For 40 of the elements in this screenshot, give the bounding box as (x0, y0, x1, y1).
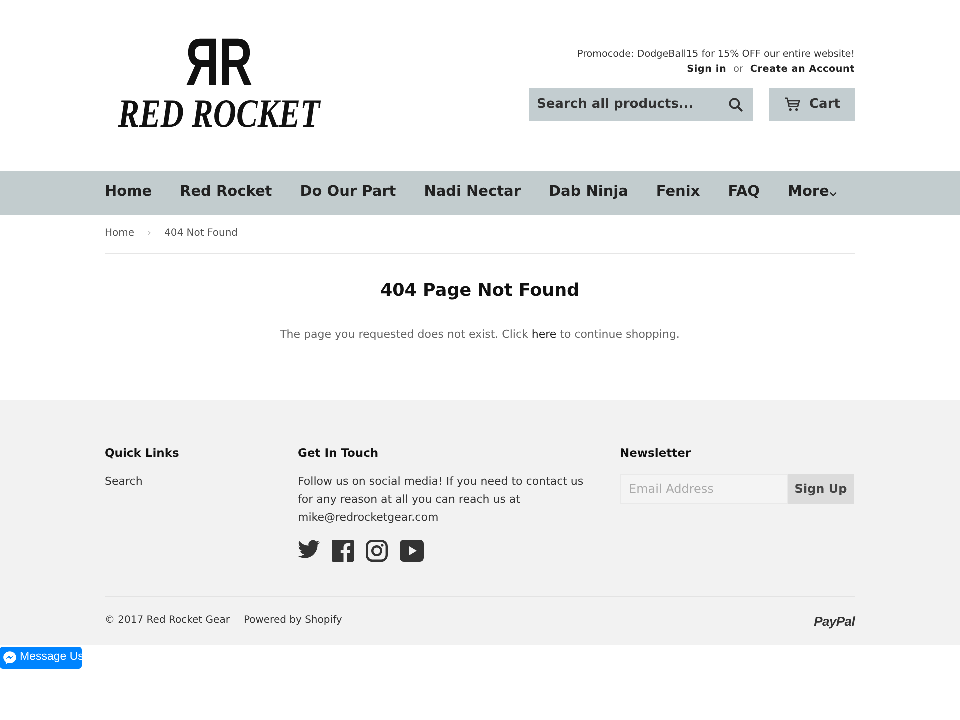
payment-method-logo: PayPal (814, 613, 855, 632)
create-account-link[interactable]: Create an Account (750, 62, 855, 77)
column-heading: Quick Links (105, 445, 180, 462)
nav-link[interactable]: Dab Ninja (548, 182, 628, 204)
breadcrumb-link[interactable]: Home (105, 226, 135, 242)
play-icon[interactable] (400, 540, 424, 562)
email-field[interactable]: Email Address (620, 474, 788, 504)
logo-wordmark[interactable]: RED ROCKET (118, 94, 320, 134)
search-field[interactable]: Search all products... (529, 88, 719, 121)
nav-link[interactable]: Do Our Part (300, 182, 396, 204)
bird-icon[interactable] (298, 540, 320, 559)
here-link[interactable]: here (532, 328, 557, 341)
nav-link[interactable]: Home (105, 182, 152, 204)
cart-icon (784, 97, 801, 112)
column-heading: Newsletter (620, 445, 692, 462)
promo-text: Promocode: DodgeBall15 for 15% OFF our entire website! (577, 48, 855, 62)
page-title: 404 Page Not Found (380, 280, 580, 303)
letter-f-icon[interactable] (332, 540, 354, 562)
breadcrumb-current: 404 Not Found (164, 227, 238, 241)
not-found-message: The page you requested does not exist. Click here to continue shopping. (280, 327, 680, 343)
search-icon (729, 98, 743, 112)
camera-icon[interactable] (366, 540, 388, 562)
copyright-text: © 2017 Red Rocket Gear (105, 614, 230, 628)
logo-monogram[interactable]: ЯR (186, 29, 252, 96)
nav-link[interactable]: More (788, 182, 838, 204)
footer-link[interactable]: Search (105, 473, 143, 491)
chat-bubble-icon (3, 651, 17, 665)
nav-link[interactable]: FAQ (728, 182, 760, 204)
column-heading: Get In Touch (298, 445, 380, 462)
nav-link[interactable]: Red Rocket (180, 182, 272, 204)
contact-text: Follow us on social media! If you need to contact us for any reason at all you can reach us at mike@redrocketgear.com (298, 474, 585, 526)
nav-link[interactable]: Nadi Nectar (424, 182, 521, 204)
nav-link[interactable]: Fenix (656, 182, 700, 204)
separator-text: or (734, 63, 744, 77)
sign-in-link[interactable]: Sign in (687, 62, 727, 77)
powered-by-link[interactable]: Powered by Shopify (244, 612, 342, 628)
cart-button[interactable]: Cart (769, 88, 855, 121)
breadcrumb-separator: › (148, 227, 152, 241)
search-button[interactable] (719, 88, 753, 121)
sign-up-button[interactable]: Sign Up (788, 474, 854, 504)
